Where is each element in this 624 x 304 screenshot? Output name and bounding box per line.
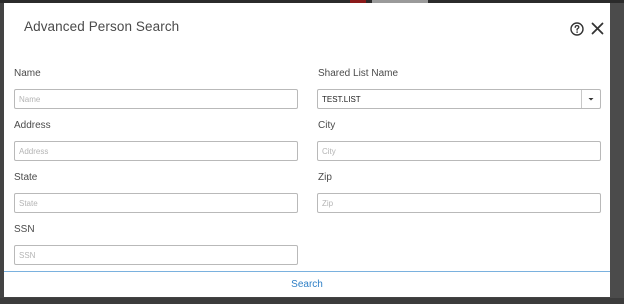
overlay-edge xyxy=(610,3,624,304)
shared-list-name-select[interactable]: TEST.LIST xyxy=(317,89,601,109)
state-input[interactable] xyxy=(14,193,298,213)
help-circle-icon[interactable] xyxy=(570,22,584,36)
address-label: Address xyxy=(14,120,51,131)
advanced-person-search-dialog: Advanced Person Search Name Shared List … xyxy=(4,3,610,297)
overlay-bottom xyxy=(0,298,624,304)
caret-down-icon[interactable] xyxy=(586,94,596,104)
ssn-input[interactable] xyxy=(14,245,298,265)
city-label: City xyxy=(318,120,336,131)
zip-label: Zip xyxy=(318,172,332,183)
dialog-title: Advanced Person Search xyxy=(24,19,180,34)
search-button[interactable]: Search xyxy=(4,279,610,290)
shared-list-name-label: Shared List Name xyxy=(318,68,399,79)
name-label: Name xyxy=(14,68,41,79)
zip-input[interactable] xyxy=(317,193,601,213)
ssn-label: SSN xyxy=(14,224,35,235)
address-input[interactable] xyxy=(14,141,298,161)
dialog-header: Advanced Person Search xyxy=(4,3,610,53)
select-divider xyxy=(581,90,582,108)
city-input[interactable] xyxy=(317,141,601,161)
shared-list-name-value: TEST.LIST xyxy=(322,95,361,104)
name-input[interactable] xyxy=(14,89,298,109)
footer-divider xyxy=(4,271,610,272)
state-label: State xyxy=(14,172,38,183)
close-icon[interactable] xyxy=(591,22,604,35)
screen: Advanced Person Search Name Shared List … xyxy=(0,0,624,304)
